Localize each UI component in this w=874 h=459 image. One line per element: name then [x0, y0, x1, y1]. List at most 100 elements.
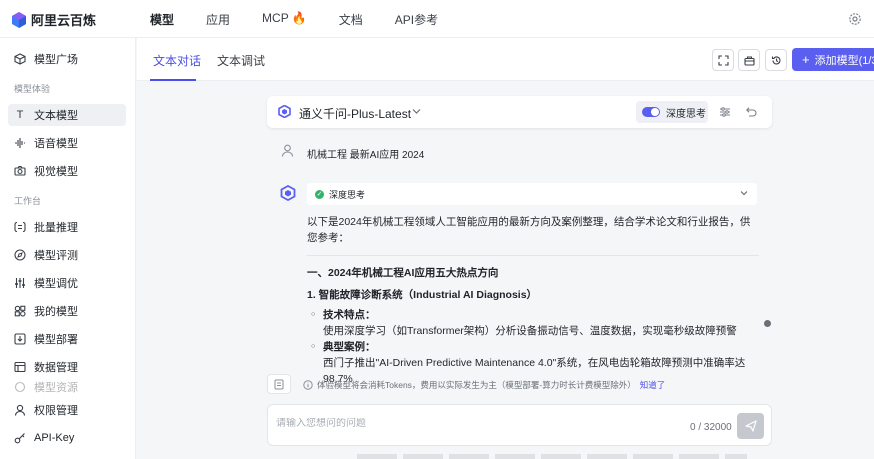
info-icon [303, 380, 313, 390]
fullscreen-button[interactable] [712, 49, 734, 71]
main-header: 文本对话 文本调试 + 添加模型(1/3) [137, 38, 874, 81]
sidebar-item-model-evaluation[interactable]: 模型评测 [8, 244, 126, 266]
history-button[interactable] [765, 49, 787, 71]
deep-think-toggle[interactable]: 深度思考 [636, 101, 708, 123]
history-icon [771, 55, 780, 64]
toggle-switch[interactable] [642, 107, 660, 117]
top-bar: 阿里云百炼 模型 应用 MCP 🔥 文档 API参考 [0, 0, 874, 38]
undo-icon[interactable] [745, 106, 757, 118]
answer-subsection-title: 1. 智能故障诊断系统（Industrial AI Diagnosis） [307, 289, 538, 301]
nav-docs[interactable]: 文档 [339, 11, 363, 28]
sidebar-item-label: 语音模型 [34, 138, 78, 150]
bullet-body: 使用深度学习（如Transformer架构）分析设备振动信号、温度数据，实现毫秒… [323, 325, 737, 337]
nav-mcp[interactable]: MCP 🔥 [262, 11, 307, 28]
sidebar: 模型广场 模型体验 T 文本模型 语音模型 视觉模型 工作台 批量推理 模型评测… [0, 38, 136, 459]
text-icon: T [16, 109, 24, 121]
deep-think-label: 深度思考 [666, 108, 706, 120]
sidebar-item-model-square[interactable]: 模型广场 [8, 48, 126, 70]
sidebar-item-model-resources[interactable]: 模型资源 [8, 380, 126, 394]
sidebar-item-vision-model[interactable]: 视觉模型 [8, 160, 126, 182]
add-model-label: 添加模型(1/3) [814, 54, 874, 67]
key-icon [14, 432, 26, 444]
chat-input[interactable] [276, 418, 656, 429]
sidebar-item-my-models[interactable]: 我的模型 [8, 300, 126, 322]
sidebar-item-label: 数据管理 [34, 362, 78, 374]
bullet-title: 典型案例： [307, 339, 759, 355]
check-icon: ✓ [315, 189, 324, 199]
waveform-icon [14, 137, 26, 149]
nav-api-reference[interactable]: API参考 [395, 11, 438, 28]
footer-disclaimer-fade [357, 454, 747, 459]
toolbox-button[interactable] [738, 49, 760, 71]
top-nav: 模型 应用 MCP 🔥 文档 API参考 [150, 11, 470, 28]
compass-icon [14, 249, 26, 261]
scrollbar-thumb[interactable] [764, 320, 771, 327]
nav-apps[interactable]: 应用 [206, 11, 230, 28]
camera-icon [14, 165, 26, 177]
sidebar-item-text-model[interactable]: T 文本模型 [8, 104, 126, 126]
answer-section-title: 一、2024年机械工程AI应用五大热点方向 [307, 267, 499, 279]
thinking-panel[interactable]: ✓ 深度思考 [307, 183, 757, 205]
sidebar-item-label: 批量推理 [34, 222, 78, 234]
sidebar-item-label: 模型资源 [34, 382, 78, 394]
divider [307, 255, 759, 256]
sidebar-section-title: 模型体验 [14, 84, 51, 94]
sidebar-item-label: 视觉模型 [34, 166, 78, 178]
thinking-label: 深度思考 [329, 189, 366, 200]
logo-icon [12, 11, 26, 28]
add-model-button[interactable]: + 添加模型(1/3) [792, 48, 874, 71]
cube-icon [14, 53, 26, 65]
sidebar-item-model-deployment[interactable]: 模型部署 [8, 328, 126, 350]
sidebar-item-data-management[interactable]: 数据管理 [8, 356, 126, 378]
send-icon [744, 420, 757, 432]
qwen-logo-icon [278, 105, 291, 118]
chat-input-box: 0 / 32000 [267, 404, 772, 446]
bullet-title: 技术特点： [307, 307, 759, 323]
deploy-icon [14, 333, 26, 345]
clear-chat-button[interactable] [267, 374, 291, 394]
grid-icon [14, 305, 26, 317]
list-icon [14, 221, 26, 233]
char-counter: 0 / 32000 [690, 422, 732, 433]
database-icon [14, 361, 26, 373]
model-name[interactable]: 通义千问-Plus-Latest [299, 105, 411, 122]
notice-text: 体验模型将会消耗Tokens，费用以实际发生为主（模型部署-算力时长计费模型除外… [317, 380, 636, 390]
sidebar-item-batch-inference[interactable]: 批量推理 [8, 216, 126, 238]
assistant-avatar-icon [280, 185, 296, 201]
briefcase-icon [743, 55, 755, 66]
chevron-down-icon[interactable] [412, 108, 421, 115]
sidebar-item-label: API-Key [34, 432, 75, 444]
settings-gear-icon[interactable] [848, 12, 862, 26]
tab-text-debug[interactable]: 文本调试 [217, 52, 265, 69]
sidebar-item-label: 模型调优 [34, 278, 78, 290]
sidebar-item-voice-model[interactable]: 语音模型 [8, 132, 126, 154]
fullscreen-icon [717, 54, 729, 66]
sidebar-item-api-key[interactable]: API-Key [8, 427, 126, 449]
chevron-down-icon[interactable] [739, 188, 749, 198]
notice-dismiss-link[interactable]: 知道了 [640, 379, 666, 391]
send-button[interactable] [737, 413, 764, 439]
assistant-answer: 以下是2024年机械工程领域人工智能应用的最新方向及案例整理，结合学术论文和行业… [307, 214, 759, 387]
user-message: 机械工程 最新AI应用 2024 [307, 150, 425, 161]
sidebar-item-label: 我的模型 [34, 306, 78, 318]
model-selector-bar: 通义千问-Plus-Latest 深度思考 [267, 96, 772, 128]
brand-logo[interactable]: 阿里云百炼 [12, 10, 96, 29]
resource-icon [14, 381, 26, 393]
user-icon [14, 404, 26, 416]
sidebar-item-model-tuning[interactable]: 模型调优 [8, 272, 126, 294]
sidebar-item-label: 权限管理 [34, 405, 78, 417]
nav-models[interactable]: 模型 [150, 11, 174, 28]
tab-text-chat[interactable]: 文本对话 [153, 52, 201, 69]
sidebar-item-label: 模型评测 [34, 250, 78, 262]
sidebar-item-permissions[interactable]: 权限管理 [8, 399, 126, 421]
settings-sliders-icon[interactable] [719, 106, 731, 118]
token-notice: 体验模型将会消耗Tokens，费用以实际发生为主（模型部署-算力时长计费模型除外… [303, 379, 665, 391]
sidebar-item-label: 模型部署 [34, 334, 78, 346]
sidebar-item-label: 模型广场 [34, 54, 78, 66]
sidebar-item-label: 文本模型 [34, 110, 78, 122]
document-icon [274, 379, 284, 390]
active-tab-indicator [150, 79, 196, 81]
user-avatar-icon [281, 144, 294, 157]
sliders-icon [14, 277, 26, 289]
sidebar-section-title: 工作台 [14, 196, 42, 206]
